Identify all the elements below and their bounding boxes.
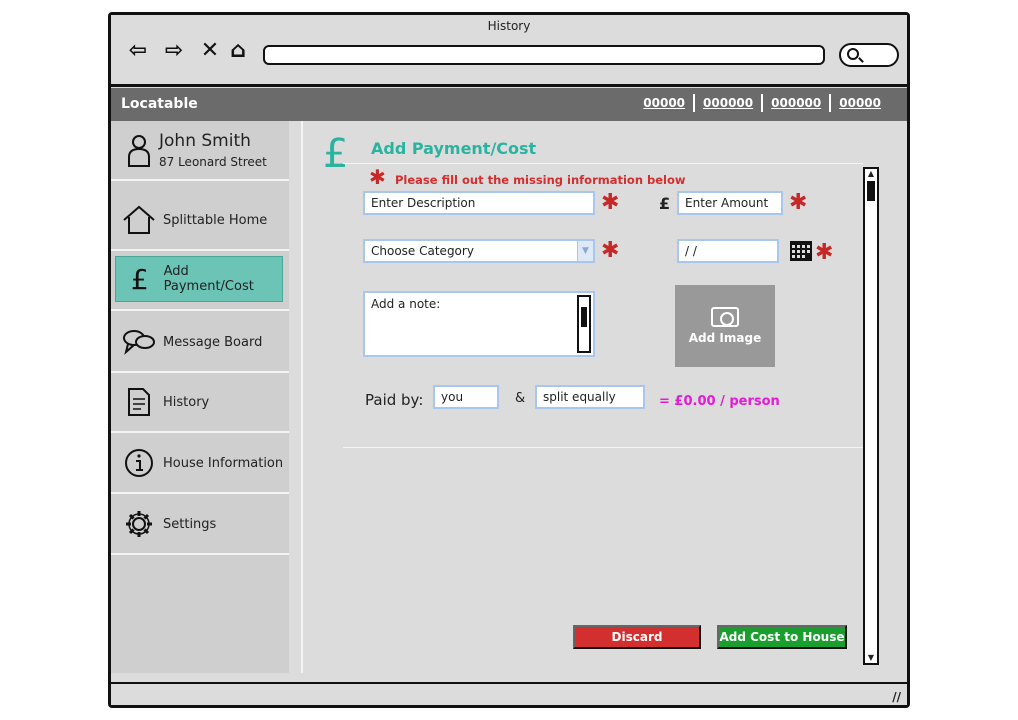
sidebar-user: John Smith 87 Leonard Street <box>111 121 289 181</box>
browser-window: History ⇦ ⇨ ✕ ⌂ Locatable 00000 000000 0… <box>108 12 910 708</box>
url-bar[interactable] <box>263 45 825 65</box>
sidebar-item-add-payment[interactable]: £ Add Payment/Cost <box>111 251 289 311</box>
sidebar-item-label: Message Board <box>163 334 263 350</box>
user-address: 87 Leonard Street <box>159 155 267 169</box>
add-image-label: Add Image <box>688 331 762 345</box>
required-asterisk-icon: ✱ <box>601 238 620 263</box>
sidebar-item-label: House Information <box>163 455 284 471</box>
chevron-down-icon[interactable]: ▼ <box>577 241 593 261</box>
amount-input[interactable]: Enter Amount <box>677 191 783 215</box>
header-link-2[interactable]: 000000 <box>695 96 761 110</box>
gear-icon <box>119 504 159 544</box>
main-content: £ Add Payment/Cost ✱ Please fill out the… <box>301 121 903 673</box>
sidebar: John Smith 87 Leonard Street Splittable … <box>111 121 289 673</box>
pound-icon: £ <box>130 262 149 296</box>
sidebar-item-splittable-home[interactable]: Splittable Home <box>111 191 289 251</box>
category-select[interactable]: Choose Category ▼ <box>363 239 595 263</box>
currency-label: £ <box>659 194 671 213</box>
header-link-3[interactable]: 000000 <box>763 96 829 110</box>
per-person-amount: = £0.00 / person <box>659 394 780 409</box>
add-image-button[interactable]: Add Image <box>675 285 775 367</box>
search-icon <box>847 48 859 60</box>
paid-by-input[interactable]: you <box>433 385 499 409</box>
divider <box>343 163 863 164</box>
required-asterisk-icon: ✱ <box>789 190 808 215</box>
category-select-label: Choose Category <box>371 244 474 258</box>
sidebar-item-label: Settings <box>163 516 217 532</box>
paid-by-label: Paid by: <box>365 391 424 409</box>
required-asterisk-icon: ✱ <box>815 240 834 265</box>
user-name: John Smith <box>159 131 251 151</box>
note-scrollbar[interactable] <box>577 295 591 353</box>
search-button[interactable] <box>839 43 899 67</box>
header-link-1[interactable]: 00000 <box>635 96 693 110</box>
sidebar-item-label: Add Payment/Cost <box>163 264 254 294</box>
sidebar-item-message-board[interactable]: Message Board <box>111 313 289 373</box>
split-method-input[interactable]: split equally <box>535 385 645 409</box>
scroll-up-icon[interactable]: ▲ <box>866 169 876 179</box>
resize-grip-icon[interactable]: // <box>892 690 901 704</box>
note-placeholder: Add a note: <box>371 297 441 311</box>
note-textarea[interactable]: Add a note: <box>363 291 595 357</box>
header-links: 00000 000000 000000 00000 <box>635 94 889 112</box>
required-asterisk-icon: ✱ <box>369 165 386 189</box>
camera-icon <box>711 307 739 327</box>
pound-icon: £ <box>323 131 349 177</box>
user-icon <box>119 130 159 170</box>
scroll-thumb[interactable] <box>581 307 587 327</box>
back-icon[interactable]: ⇦ <box>125 37 151 63</box>
stop-icon[interactable]: ✕ <box>197 37 223 63</box>
speech-bubbles-icon <box>119 322 159 362</box>
divider <box>343 447 863 448</box>
sidebar-item-house-information[interactable]: House Information <box>111 434 289 494</box>
house-icon <box>119 200 159 240</box>
app-header: Locatable 00000 000000 000000 00000 <box>111 88 907 121</box>
required-asterisk-icon: ✱ <box>601 190 620 215</box>
app-brand: Locatable <box>121 96 198 112</box>
sidebar-item-label: Splittable Home <box>163 212 268 228</box>
sidebar-item-settings[interactable]: Settings <box>111 495 289 555</box>
window-title: History <box>487 19 531 33</box>
date-input[interactable]: / / <box>677 239 779 263</box>
scroll-thumb[interactable] <box>867 181 875 201</box>
add-cost-button[interactable]: Add Cost to House <box>717 625 847 649</box>
page-title: Add Payment/Cost <box>371 139 537 158</box>
info-icon <box>119 443 159 483</box>
sidebar-item-history[interactable]: History <box>111 373 289 433</box>
calendar-icon[interactable] <box>789 239 813 267</box>
warning-message: Please fill out the missing information … <box>395 173 686 187</box>
scroll-down-icon[interactable]: ▼ <box>866 653 876 663</box>
ampersand-label: & <box>515 391 526 406</box>
header-link-4[interactable]: 00000 <box>831 96 889 110</box>
form-scrollbar[interactable]: ▲ ▼ <box>863 167 879 665</box>
title-bar: History ⇦ ⇨ ✕ ⌂ <box>111 15 907 87</box>
description-input[interactable]: Enter Description <box>363 191 595 215</box>
document-icon <box>119 382 159 422</box>
home-icon[interactable]: ⌂ <box>225 37 251 63</box>
status-bar: // <box>111 682 907 705</box>
discard-button[interactable]: Discard <box>573 625 701 649</box>
forward-icon[interactable]: ⇨ <box>161 37 187 63</box>
sidebar-item-label: History <box>163 394 210 410</box>
